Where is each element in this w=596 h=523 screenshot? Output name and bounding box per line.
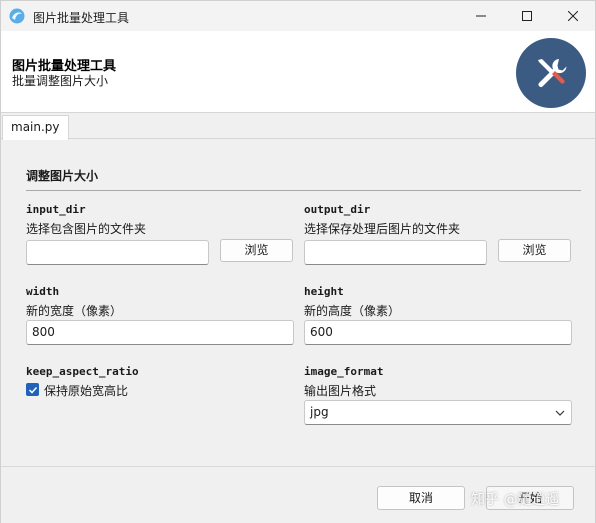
width-field[interactable]: 800	[26, 320, 294, 345]
dialog-header: 图片批量处理工具 批量调整图片大小	[1, 31, 595, 113]
form-area: 调整图片大小 input_dir 选择包含图片的文件夹 浏览 output_di…	[1, 140, 595, 466]
maximize-icon	[522, 11, 532, 21]
keep-aspect-ratio-text[interactable]: 保持原始宽高比	[44, 382, 128, 399]
output-dir-label: output_dir	[304, 203, 371, 216]
app-window: 图片批量处理工具 图片批量处理工具 批量调整图片大小 main.py 调整图片大…	[0, 0, 596, 523]
output-dir-browse-button[interactable]: 浏览	[498, 239, 571, 262]
close-button[interactable]	[550, 1, 596, 31]
tools-icon	[516, 38, 586, 108]
tab-main-py[interactable]: main.py	[2, 115, 69, 140]
maximize-button[interactable]	[504, 1, 550, 31]
image-format-description: 输出图片格式	[304, 384, 377, 398]
image-format-select[interactable]: jpg	[304, 400, 572, 425]
checkmark-icon	[28, 386, 37, 394]
height-field[interactable]: 600	[304, 320, 572, 345]
window-title: 图片批量处理工具	[33, 11, 130, 25]
dialog-footer: 取消 开始 知乎 @随逍遥	[1, 466, 595, 523]
height-label: height	[304, 285, 344, 298]
keep-aspect-ratio-label: keep_aspect_ratio	[26, 365, 139, 378]
title-bar[interactable]: 图片批量处理工具	[1, 1, 595, 31]
close-icon	[568, 11, 578, 21]
height-description: 新的高度（像素）	[304, 304, 401, 318]
input-dir-browse-button[interactable]: 浏览	[220, 239, 293, 262]
input-dir-label: input_dir	[26, 203, 86, 216]
tab-strip: main.py	[1, 113, 595, 140]
input-dir-field[interactable]	[26, 240, 209, 265]
image-format-value: jpg	[310, 405, 329, 419]
minimize-button[interactable]	[458, 1, 504, 31]
chevron-down-icon	[555, 410, 565, 416]
header-subtitle: 批量调整图片大小	[12, 74, 109, 88]
keep-aspect-ratio-checkbox[interactable]	[26, 383, 39, 396]
image-format-label: image_format	[304, 365, 384, 378]
watermark-text: 知乎 @随逍遥	[471, 492, 560, 508]
width-label: width	[26, 285, 60, 298]
minimize-icon	[476, 15, 486, 17]
input-dir-description: 选择包含图片的文件夹	[26, 222, 147, 236]
cancel-button[interactable]: 取消	[377, 486, 465, 510]
output-dir-field[interactable]	[304, 240, 487, 265]
section-divider	[26, 190, 581, 191]
output-dir-description: 选择保存处理后图片的文件夹	[304, 222, 461, 236]
width-description: 新的宽度（像素）	[26, 304, 123, 318]
section-title: 调整图片大小	[26, 169, 99, 183]
app-logo-icon	[9, 8, 25, 24]
